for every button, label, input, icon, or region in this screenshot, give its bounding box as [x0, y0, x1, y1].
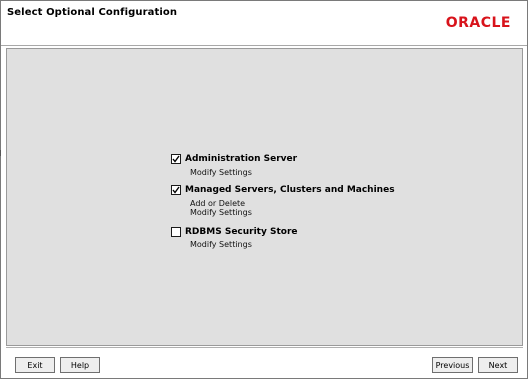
checkmark-icon: [172, 155, 180, 163]
administration-server-sub: Modify Settings: [190, 168, 252, 177]
footer-divider: [6, 347, 523, 348]
options-panel: [6, 48, 523, 346]
exit-button[interactable]: Exit: [15, 357, 55, 373]
page-title: Select Optional Configuration: [7, 7, 178, 18]
header: Select Optional Configuration ORACLE: [1, 1, 527, 45]
option-rdbms-security-store[interactable]: RDBMS Security Store: [171, 227, 298, 237]
managed-servers-sub-modify: Modify Settings: [190, 208, 252, 217]
oracle-logo: ORACLE: [445, 15, 511, 31]
managed-servers-label: Managed Servers, Clusters and Machines: [185, 185, 395, 195]
checkmark-icon: [172, 186, 180, 194]
administration-server-label: Administration Server: [185, 154, 298, 164]
rdbms-security-store-label: RDBMS Security Store: [185, 227, 298, 237]
managed-servers-sub-add: Add or Delete: [190, 199, 246, 208]
next-button[interactable]: Next: [478, 357, 518, 373]
rdbms-security-store-checkbox[interactable]: [171, 227, 181, 237]
window-edge-mark: [0, 150, 1, 156]
option-administration-server[interactable]: Administration Server: [171, 154, 297, 164]
administration-server-checkbox[interactable]: [171, 154, 181, 164]
option-managed-servers[interactable]: Managed Servers, Clusters and Machines: [171, 185, 395, 195]
previous-button[interactable]: Previous: [432, 357, 473, 373]
managed-servers-checkbox[interactable]: [171, 185, 181, 195]
wizard-window: Select Optional Configuration ORACLE Adm…: [0, 0, 528, 379]
help-button[interactable]: Help: [60, 357, 100, 373]
rdbms-security-store-sub: Modify Settings: [190, 240, 252, 249]
header-divider: [1, 45, 527, 46]
